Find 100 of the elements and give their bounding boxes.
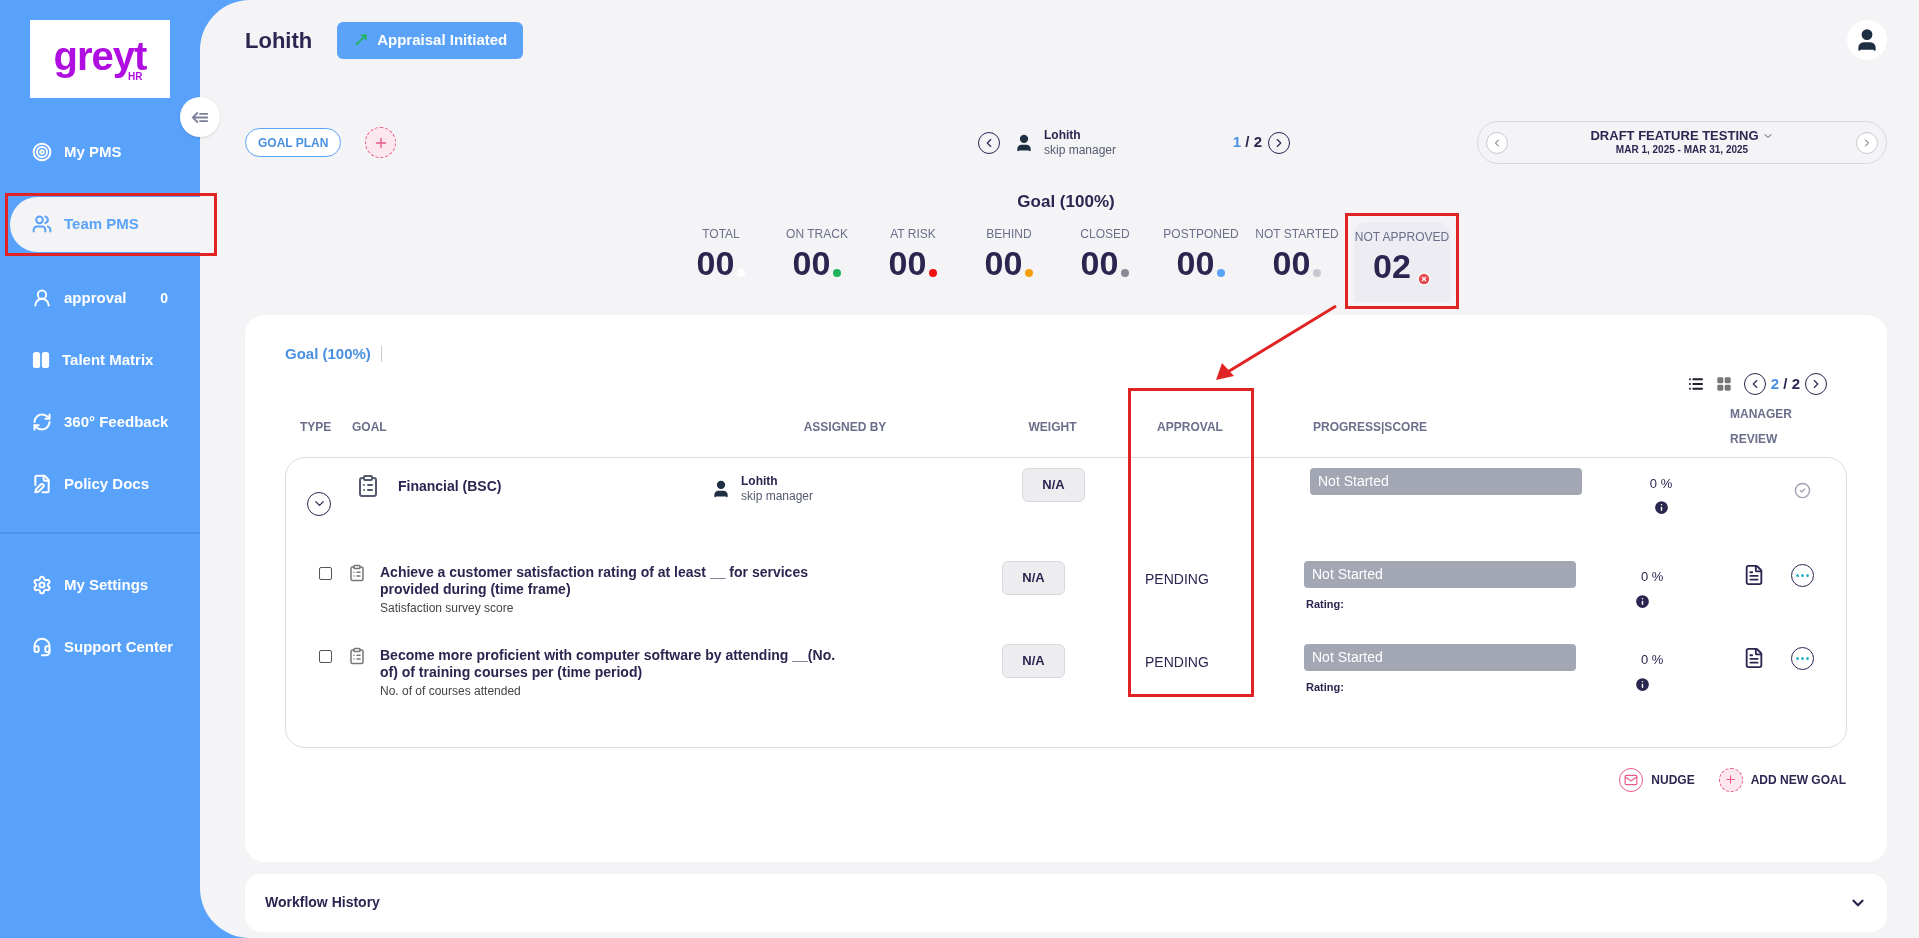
cycle-dates: MAR 1, 2025 - MAR 31, 2025: [1615, 144, 1749, 157]
goal-measure: Satisfaction survey score: [380, 599, 515, 617]
panel-title: Workflow History: [265, 893, 380, 912]
workflow-history-panel[interactable]: Workflow History: [245, 873, 1887, 932]
stat-value: 00: [888, 242, 927, 283]
add-button[interactable]: [365, 127, 397, 158]
stat-value: 00: [984, 242, 1023, 283]
user-icon: [1014, 132, 1034, 153]
column-header: MANAGER REVIEW: [1730, 405, 1790, 448]
rating-label: Rating:: [1305, 679, 1345, 695]
tab[interactable]: Goal (100%): [285, 342, 371, 365]
column-header: ASSIGNED BY: [803, 418, 887, 436]
info-icon: [1634, 593, 1651, 610]
weight-value: N/A: [1022, 467, 1085, 502]
info-icon: [1652, 499, 1670, 516]
score-value: 0 %: [1641, 650, 1664, 669]
weight-value: N/A: [1002, 643, 1065, 678]
reviewer-role: skip manager: [1044, 142, 1117, 158]
reviewer-name: Lohith: [1044, 127, 1082, 143]
people-icon: [32, 214, 52, 234]
clipboard-icon: [348, 646, 366, 665]
rating-label: Rating:: [1305, 596, 1345, 612]
progress-status: Not Started: [1304, 643, 1576, 671]
assignee-role: skip manager: [741, 488, 814, 504]
arrow-lines-icon: [191, 110, 209, 124]
document-icon: [1743, 647, 1765, 669]
plus-icon: [1718, 767, 1743, 792]
clipboard-icon: [348, 563, 366, 582]
row-checkbox[interactable]: [319, 649, 332, 663]
sidebar-item[interactable]: Team PMS: [10, 196, 200, 252]
split-square-icon: [32, 351, 50, 369]
document-icon: [1743, 564, 1765, 586]
count-label: 0: [160, 288, 168, 308]
target-icon: [32, 142, 52, 162]
stat-label: NOT APPROVED: [1354, 228, 1450, 246]
avatar[interactable]: [1847, 20, 1887, 60]
more-button[interactable]: [1791, 563, 1814, 587]
goal-category: Financial (BSC): [398, 476, 502, 496]
column-header: GOAL: [352, 418, 387, 436]
sidebar-item[interactable]: My Settings: [10, 557, 190, 613]
logo: greytHR: [30, 20, 170, 98]
stat-label: NOT STARTED: [1255, 225, 1339, 243]
approval-status: PENDING: [1145, 653, 1209, 670]
goal-title: Achieve a customer satisfaction rating of at least __ for services provided during (time frame): [380, 563, 809, 598]
stat-value: 00: [792, 242, 831, 283]
stat-label: POSTPONED: [1163, 225, 1239, 243]
arrow-icon: [353, 32, 370, 48]
settings-icon: [32, 575, 52, 595]
stat-label: CLOSED: [1080, 225, 1130, 243]
weight-value: N/A: [1002, 560, 1065, 595]
stat-label: ON TRACK: [786, 225, 848, 243]
column-header: PROGRESS|SCORE: [1313, 418, 1428, 436]
more-icon: [1796, 656, 1809, 660]
score-value: 0 %: [1641, 567, 1664, 586]
sidebar-item[interactable]: approval 0: [10, 270, 180, 326]
summary-title: Goal (100%): [1016, 191, 1116, 213]
approval-status: PENDING: [1145, 570, 1209, 587]
row-checkbox[interactable]: [319, 566, 332, 580]
sidebar-item[interactable]: My PMS: [10, 124, 180, 180]
column-header: WEIGHT: [1028, 418, 1077, 436]
cycle-name: DRAFT FEATURE TESTING: [1590, 128, 1759, 145]
page-indicator: 2 / 2: [1770, 374, 1800, 394]
document-edit-icon: [32, 474, 52, 494]
more-icon: [1796, 573, 1809, 577]
stat-label: AT RISK: [890, 225, 936, 243]
goal-title: Become more proficient with computer software by attending __(No. of) of training courses per (time period): [380, 646, 837, 681]
stat-value: 00: [1272, 242, 1311, 283]
goal-measure: No. of of courses attended: [380, 682, 522, 700]
person-icon: [32, 288, 52, 308]
stat-value: 00: [1176, 242, 1215, 283]
assignee-name: Lohith: [741, 473, 779, 489]
page-indicator: 1 / 2: [1232, 132, 1262, 153]
user-icon: [711, 478, 731, 499]
add-goal-button[interactable]: ADD NEW GOAL: [1718, 767, 1846, 792]
rotate-icon: [32, 412, 52, 432]
clipboard-icon: [356, 473, 380, 498]
check-circle-icon: [1794, 481, 1811, 499]
stat-value: 00: [1080, 242, 1119, 283]
progress-status: Not Started: [1310, 467, 1582, 495]
nudge-button[interactable]: NUDGE: [1619, 767, 1695, 792]
stat-label: TOTAL: [702, 225, 740, 243]
stat-value: 02: [1373, 245, 1411, 286]
sidebar-item[interactable]: Policy Docs: [10, 456, 180, 512]
column-header: TYPE: [300, 418, 332, 436]
progress-status: Not Started: [1304, 560, 1576, 588]
stat-label: BEHIND: [986, 225, 1032, 243]
employee-name: Lohith: [245, 26, 313, 55]
sidebar-item[interactable]: 360° Feedback: [10, 394, 180, 450]
collapse-sidebar-button[interactable]: [180, 97, 220, 137]
view-toggle[interactable]: [1715, 376, 1732, 393]
column-header: APPROVAL: [1157, 418, 1223, 436]
info-icon: [1634, 676, 1651, 693]
stat-value: 00: [696, 242, 735, 283]
headset-icon: [32, 637, 52, 657]
score-value: 0 %: [1649, 474, 1673, 493]
view-toggle[interactable]: [1687, 376, 1704, 393]
sidebar-item[interactable]: Talent Matrix: [10, 332, 180, 388]
goal-plan-button[interactable]: GOAL PLAN: [245, 128, 342, 157]
sidebar-item[interactable]: Support Center: [10, 619, 190, 675]
status-badge: Appraisal Initiated: [337, 21, 524, 59]
